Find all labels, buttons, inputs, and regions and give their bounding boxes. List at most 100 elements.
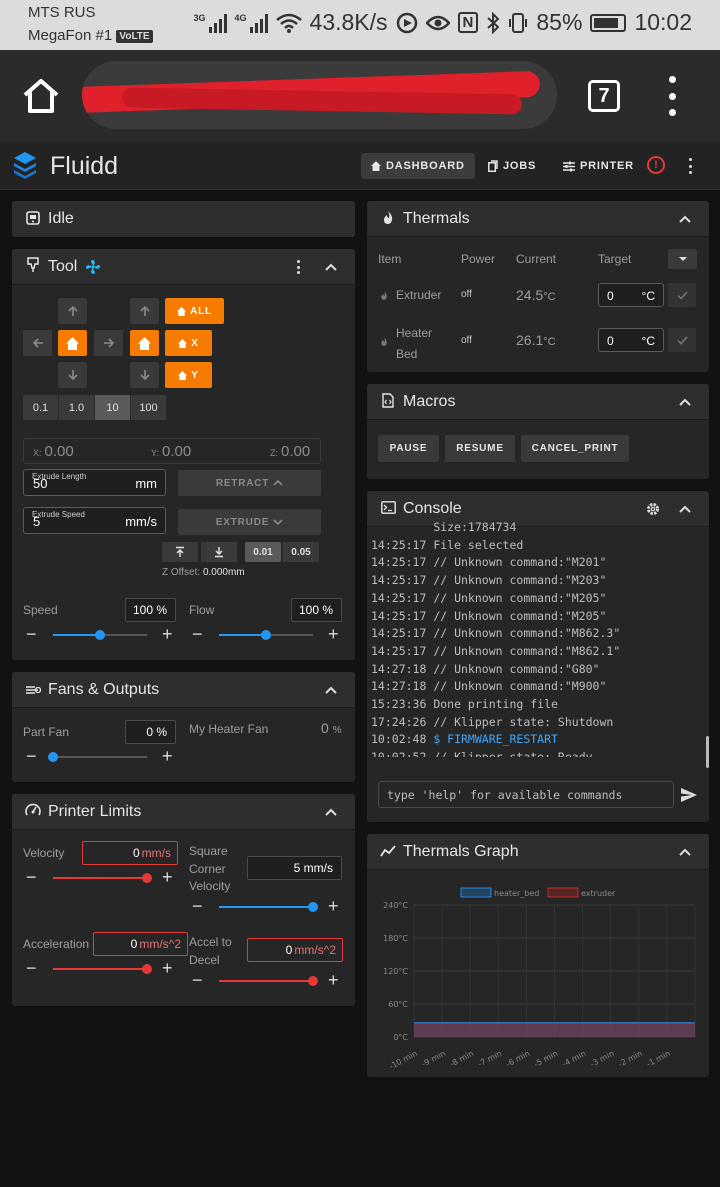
- home-x-button[interactable]: X: [165, 330, 212, 356]
- tool-icon: [24, 257, 42, 276]
- extruder-target-input[interactable]: 0 °C: [598, 283, 664, 307]
- speed-increase-button[interactable]: +: [162, 625, 173, 643]
- home-y-button[interactable]: Y: [165, 362, 212, 388]
- console-line-text: // Klipper state: Shutdown: [433, 714, 614, 729]
- x-tick-label: -7 min: [476, 1049, 503, 1069]
- square-corner-velocity-input[interactable]: 5 mm/s: [247, 856, 342, 880]
- z-offset-down-button[interactable]: [201, 542, 237, 562]
- step-option[interactable]: 100: [131, 395, 167, 420]
- chevron-up-icon[interactable]: [677, 211, 693, 227]
- part-fan-slider[interactable]: [48, 752, 147, 762]
- speed-slider[interactable]: [53, 630, 147, 640]
- home-all-button[interactable]: ALL: [165, 298, 224, 324]
- bed-apply-button[interactable]: [668, 328, 696, 352]
- chevron-up-icon[interactable]: [677, 394, 693, 410]
- part-fan-label: Part Fan: [23, 725, 70, 739]
- step-option[interactable]: 0.1: [23, 395, 59, 420]
- console-log[interactable]: Size:1784734 14:25:17 File selected 14:25:…: [371, 519, 701, 757]
- console-line: Size:1784734: [371, 519, 701, 537]
- acceleration-decrease-button[interactable]: −: [26, 959, 37, 977]
- decel-decrease-button[interactable]: −: [192, 971, 203, 989]
- console-line-text: // Unknown command:"G80": [433, 661, 600, 676]
- macro-resume-button[interactable]: RESUME: [445, 435, 515, 462]
- console-line-text: Done printing file: [433, 697, 558, 712]
- flow-increase-button[interactable]: +: [328, 625, 339, 643]
- heater-preset-menu-button[interactable]: [668, 249, 697, 269]
- macro-cancel-print-button[interactable]: CANCEL_PRINT: [521, 435, 629, 462]
- decel-increase-button[interactable]: +: [328, 971, 339, 989]
- part-fan-input[interactable]: 0 %: [125, 720, 176, 744]
- velocity-slider[interactable]: [53, 873, 152, 883]
- step-option[interactable]: 1.0: [59, 395, 95, 420]
- chevron-up-icon[interactable]: [677, 844, 693, 860]
- browser-menu-icon[interactable]: [665, 76, 679, 116]
- home-icon: [177, 306, 187, 316]
- app-menu-icon[interactable]: [686, 158, 694, 174]
- z-offset-readout: Z Offset: 0.000mm: [162, 567, 245, 578]
- nav-jobs[interactable]: JOBS: [478, 153, 546, 179]
- emergency-stop-button[interactable]: !: [647, 156, 665, 174]
- z-step-option[interactable]: 0.05: [283, 542, 319, 562]
- part-fan-decrease-button[interactable]: −: [26, 747, 37, 765]
- jog-x-plus-button[interactable]: [94, 330, 123, 356]
- fire-icon: [379, 210, 397, 228]
- nav-printer[interactable]: PRINTER: [553, 153, 644, 179]
- speed-input[interactable]: 100 %: [125, 598, 176, 622]
- acceleration-increase-button[interactable]: +: [162, 959, 173, 977]
- extrude-length-input[interactable]: Extrude Length 50 mm: [23, 469, 166, 496]
- console-line-time: [371, 520, 433, 534]
- console-line: 17:24:26 // Klipper state: Shutdown: [371, 714, 701, 732]
- flow-label: Flow: [189, 603, 215, 617]
- flow-slider[interactable]: [219, 630, 313, 640]
- scv-increase-button[interactable]: +: [328, 897, 339, 915]
- jog-z-minus-button[interactable]: [130, 362, 159, 388]
- card-title: Thermals: [403, 209, 470, 227]
- velocity-increase-button[interactable]: +: [162, 868, 173, 886]
- flow-input[interactable]: 100 %: [291, 598, 342, 622]
- velocity-input[interactable]: 0 mm/s: [82, 841, 178, 865]
- macro-pause-button[interactable]: PAUSE: [378, 435, 439, 462]
- extruder-apply-button[interactable]: [668, 283, 696, 307]
- retract-button[interactable]: RETRACT: [178, 470, 321, 496]
- acceleration-slider[interactable]: [53, 964, 152, 974]
- jog-z-plus-button[interactable]: [130, 298, 159, 324]
- home-xy-button[interactable]: [58, 330, 87, 356]
- acceleration-input[interactable]: 0 mm/s^2: [93, 932, 188, 956]
- scv-decrease-button[interactable]: −: [192, 897, 203, 915]
- jog-y-minus-button[interactable]: [58, 362, 87, 388]
- extrude-button[interactable]: EXTRUDE: [178, 509, 321, 535]
- url-bar[interactable]: [82, 61, 557, 129]
- scv-slider[interactable]: [219, 902, 318, 912]
- send-icon[interactable]: [680, 787, 698, 803]
- bed-target-input[interactable]: 0 °C: [598, 328, 664, 352]
- gear-icon[interactable]: [645, 501, 661, 517]
- step-option[interactable]: 10: [95, 395, 131, 420]
- velocity-decrease-button[interactable]: −: [26, 868, 37, 886]
- accel-to-decel-input[interactable]: 0 mm/s^2: [247, 938, 343, 962]
- console-command-input[interactable]: type 'help' for available commands: [378, 781, 674, 808]
- y-tick-label: 240°C: [383, 901, 408, 910]
- console-scrollbar[interactable]: [706, 736, 709, 768]
- decel-slider[interactable]: [219, 976, 318, 986]
- jog-x-minus-button[interactable]: [23, 330, 52, 356]
- x-tick-label: -1 min: [645, 1049, 672, 1069]
- z-offset-up-button[interactable]: [162, 542, 198, 562]
- chevron-up-icon[interactable]: [323, 682, 339, 698]
- z-step-option[interactable]: 0.01: [245, 542, 281, 562]
- card-title: Fans & Outputs: [48, 680, 160, 698]
- home-z-button[interactable]: [130, 330, 159, 356]
- chevron-up-icon[interactable]: [323, 259, 339, 275]
- tool-menu-icon[interactable]: [297, 260, 301, 274]
- chevron-up-icon[interactable]: [677, 501, 693, 517]
- console-line: 14:25:17 // Unknown command:"M201": [371, 554, 701, 572]
- tabs-button[interactable]: 7: [588, 80, 620, 112]
- extrude-speed-input[interactable]: Extrude Speed 5 mm/s: [23, 507, 166, 534]
- speed-decrease-button[interactable]: −: [26, 625, 37, 643]
- jog-y-plus-button[interactable]: [58, 298, 87, 324]
- flow-decrease-button[interactable]: −: [192, 625, 203, 643]
- part-fan-increase-button[interactable]: +: [162, 747, 173, 765]
- chevron-up-icon[interactable]: [323, 804, 339, 820]
- x-tick-label: -5 min: [533, 1049, 560, 1069]
- home-icon[interactable]: [22, 78, 60, 114]
- nav-dashboard[interactable]: DASHBOARD: [361, 153, 475, 179]
